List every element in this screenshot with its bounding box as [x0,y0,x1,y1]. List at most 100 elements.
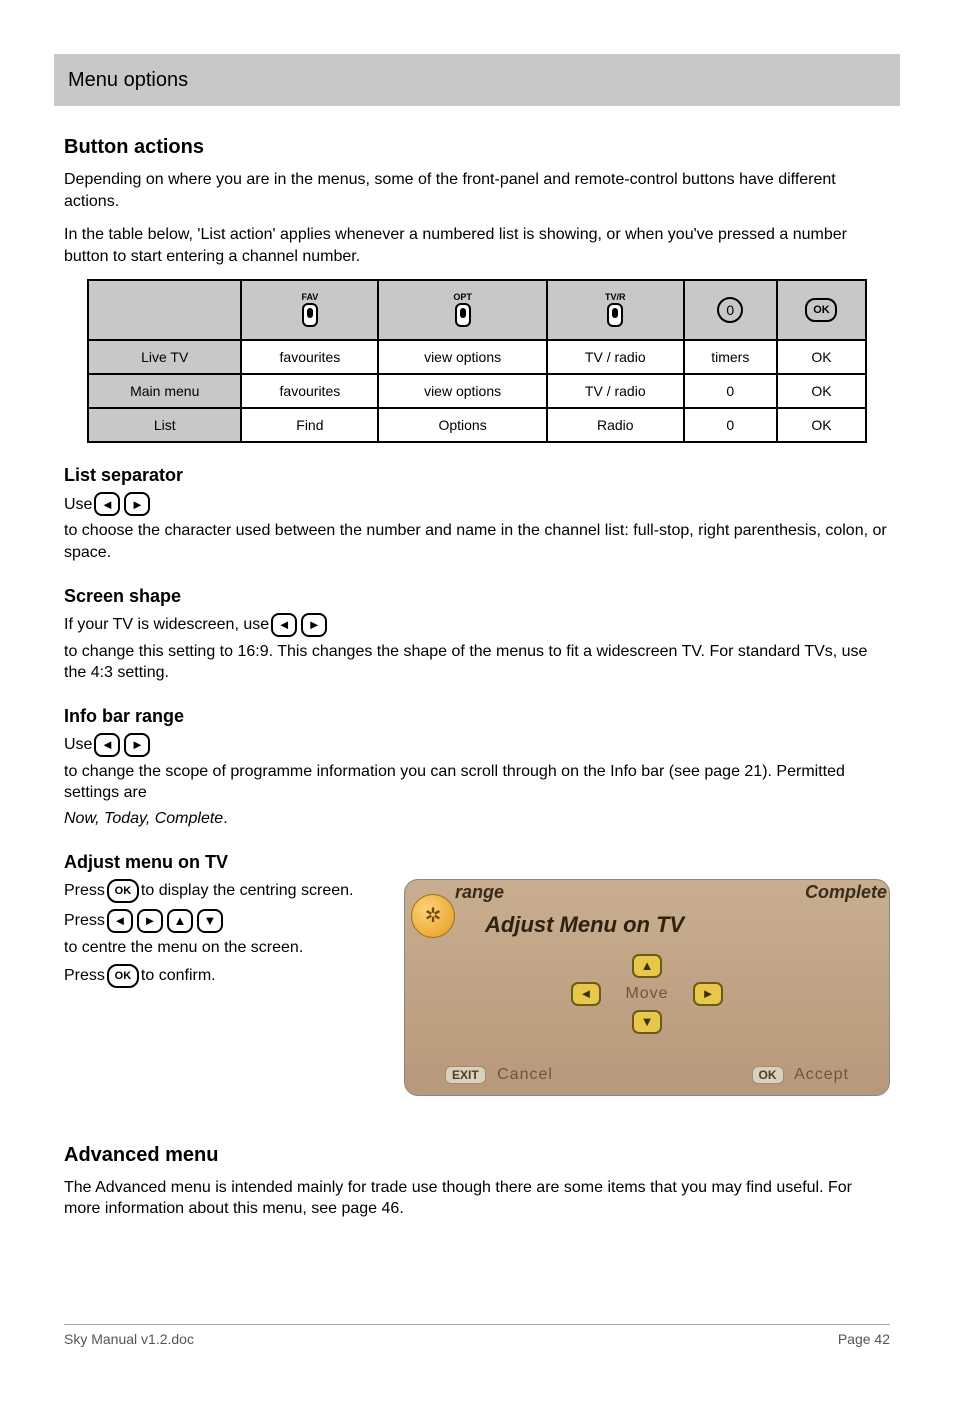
table-header-row: FAV OPT TV/R 0 OK [88,280,866,340]
button-actions-heading: Button actions [64,136,890,159]
page-section-header: Menu options [54,54,900,106]
text: to change this setting to 16:9. This cha… [64,641,890,684]
cell: favourites [241,374,378,408]
table-header-blank [88,280,241,340]
opt-button-icon [455,303,471,327]
info-range-heading: Info bar range [64,706,890,727]
text: If your TV is widescreen, use [64,614,269,636]
ok-button-icon: OK [107,964,139,988]
left-arrow-icon: ◄ [94,733,120,757]
text: Use [64,494,92,516]
up-arrow-icon: ▲ [167,909,193,933]
adjust-menu-heading: Adjust menu on TV [64,852,890,873]
zero-button-icon: 0 [717,297,743,323]
tvr-button-icon [607,303,623,327]
cell: 0 [684,408,777,442]
down-arrow-icon: ▼ [197,909,223,933]
row-label: List [88,408,241,442]
down-arrow-icon: ▼ [632,1010,662,1034]
text: . [223,808,227,830]
left-arrow-icon: ◄ [571,982,601,1006]
list-separator-heading: List separator [64,465,890,486]
advanced-menu-heading: Advanced menu [64,1144,890,1167]
text: Press [64,880,105,902]
ok-button-icon: OK [805,298,837,322]
tv-screenshot: range Complete ✲ Adjust Menu on TV ▲ ◄ M… [404,879,890,1096]
tv-dialog-title: Adjust Menu on TV [485,912,684,938]
cell: 0 [684,374,777,408]
adjust-line-1: Press OK to display the centring screen. [64,879,378,903]
cell: OK [777,408,866,442]
text: to choose the character used between the… [64,520,890,563]
exit-pill: EXIT [445,1066,486,1084]
cell: Options [378,408,547,442]
page-section-header-text: Menu options [68,69,188,92]
ok-button-icon: OK [107,879,139,903]
table-header-zero: 0 [684,280,777,340]
tv-top-bar: range Complete [405,880,889,908]
footer-doc-name: Sky Manual v1.2.doc [64,1331,194,1347]
text: to confirm. [141,965,216,987]
right-arrow-icon: ► [124,733,150,757]
row-label: Live TV [88,340,241,374]
intro-paragraph-1: Depending on where you are in the menus,… [64,169,890,212]
right-arrow-icon: ► [693,982,723,1006]
adjust-line-3: Press OK to confirm. [64,964,378,988]
cell: OK [777,374,866,408]
cell: timers [684,340,777,374]
tv-accept-label: Accept [794,1067,849,1084]
tvr-label: TV/R [552,293,679,302]
right-arrow-icon: ► [124,492,150,516]
tv-move-label: Move [625,985,668,1003]
table-header-fav: FAV [241,280,378,340]
opt-label: OPT [383,293,542,302]
cell: Find [241,408,378,442]
table-row: Live TV favourites view options TV / rad… [88,340,866,374]
left-arrow-icon: ◄ [107,909,133,933]
screen-shape-heading: Screen shape [64,586,890,607]
cell: view options [378,340,547,374]
left-arrow-icon: ◄ [271,613,297,637]
button-actions-table: FAV OPT TV/R 0 OK [87,279,867,443]
table-header-opt: OPT [378,280,547,340]
up-arrow-icon: ▲ [632,954,662,978]
text: Press [64,965,105,987]
right-arrow-icon: ► [137,909,163,933]
cell: Radio [547,408,684,442]
ok-pill: OK [752,1066,784,1084]
text: Use [64,734,92,756]
adjust-line-2: Press ◄ ► ▲ ▼ to centre the menu on the … [64,909,378,959]
footer-page-number: Page 42 [838,1331,890,1347]
info-range-line: Use ◄ ► to change the scope of programme… [64,733,890,830]
list-separator-line: Use ◄ ► to choose the character used bet… [64,492,890,563]
page-footer: Sky Manual v1.2.doc Page 42 [64,1324,890,1347]
text-ital: Now, Today, Complete [64,808,223,830]
text: Press [64,910,105,932]
cell: TV / radio [547,340,684,374]
right-arrow-icon: ► [301,613,327,637]
tv-top-right: Complete [805,882,887,903]
page-content: Button actions Depending on where you ar… [0,106,954,1220]
cell: view options [378,374,547,408]
fav-label: FAV [246,293,373,302]
screen-shape-line: If your TV is widescreen, use ◄ ► to cha… [64,613,890,684]
advanced-menu-paragraph: The Advanced menu is intended mainly for… [64,1177,890,1220]
fav-button-icon [302,303,318,327]
tv-cancel-label: Cancel [497,1067,553,1084]
intro-paragraph-2: In the table below, 'List action' applie… [64,224,890,267]
row-label: Main menu [88,374,241,408]
tv-arrow-pad: ▲ ◄ Move ► ▼ [405,952,889,1036]
tv-top-left: range [455,882,504,903]
cell: favourites [241,340,378,374]
text: to display the centring screen. [141,880,354,902]
cell: TV / radio [547,374,684,408]
table-header-tvr: TV/R [547,280,684,340]
left-arrow-icon: ◄ [94,492,120,516]
gear-icon: ✲ [411,894,455,938]
table-row: Main menu favourites view options TV / r… [88,374,866,408]
cell: OK [777,340,866,374]
text: to centre the menu on the screen. [64,937,303,959]
text: to change the scope of programme informa… [64,761,890,804]
table-row: List Find Options Radio 0 OK [88,408,866,442]
tv-footer: EXIT Cancel OK Accept [445,1066,849,1084]
